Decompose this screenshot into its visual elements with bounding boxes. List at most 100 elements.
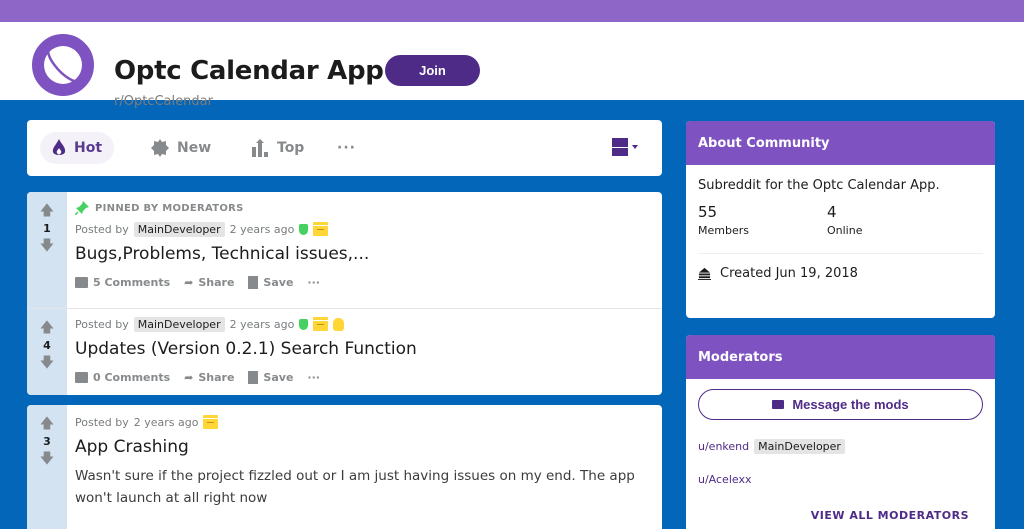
more-options-button[interactable]: ··· bbox=[307, 371, 320, 384]
post[interactable]: 🡅 4 🡇 Posted by MainDeveloper 2 years ag… bbox=[27, 308, 662, 395]
post-time[interactable]: 2 years ago bbox=[230, 223, 295, 236]
sort-new-label: New bbox=[177, 140, 212, 156]
author-flair[interactable]: MainDeveloper bbox=[133, 221, 225, 237]
posted-by-label: Posted by bbox=[75, 222, 129, 236]
posted-by-label: Posted by bbox=[75, 415, 129, 429]
created-date: Created Jun 19, 2018 bbox=[686, 254, 995, 281]
save-icon bbox=[248, 370, 259, 384]
moderator-flair: MainDeveloper bbox=[754, 438, 845, 454]
post[interactable]: 🡅 3 🡇 Posted by 2 years ago App Crashing… bbox=[27, 405, 662, 529]
post-meta: Posted by MainDeveloper 2 years ago bbox=[75, 218, 654, 240]
mod-shield-icon bbox=[299, 223, 309, 235]
post-title[interactable]: Bugs,Problems, Technical issues,... bbox=[75, 240, 654, 268]
message-mods-button[interactable]: Message the mods bbox=[698, 389, 983, 420]
card-view-icon bbox=[612, 138, 628, 156]
save-button[interactable]: Save bbox=[248, 275, 294, 289]
post-time[interactable]: 2 years ago bbox=[134, 416, 199, 429]
archive-icon bbox=[313, 222, 329, 236]
share-label: Share bbox=[198, 370, 235, 384]
sort-top-tab[interactable]: Top bbox=[239, 132, 316, 164]
created-text: Created Jun 19, 2018 bbox=[720, 266, 858, 281]
vote-column: 🡅 3 🡇 bbox=[27, 405, 67, 529]
sort-hot-label: Hot bbox=[74, 140, 103, 156]
mod-shield-icon bbox=[299, 318, 309, 330]
post-meta: Posted by MainDeveloper 2 years ago bbox=[75, 313, 654, 335]
comments-label: 5 Comments bbox=[93, 275, 171, 289]
moderator-username[interactable]: u/enkend bbox=[698, 440, 749, 453]
author-flair[interactable]: MainDeveloper bbox=[133, 316, 225, 332]
archive-icon bbox=[313, 317, 329, 331]
community-description: Subreddit for the Optc Calendar App. bbox=[698, 178, 940, 193]
chevron-down-icon bbox=[632, 145, 638, 149]
share-button[interactable]: ➦ Share bbox=[184, 371, 234, 384]
view-all-moderators-link[interactable]: VIEW ALL MODERATORS bbox=[811, 509, 969, 522]
community-title: Optc Calendar App bbox=[114, 56, 384, 86]
upvote-icon[interactable]: 🡅 bbox=[40, 417, 54, 431]
post-title[interactable]: Updates (Version 0.2.1) Search Function bbox=[75, 335, 654, 363]
post-time[interactable]: 2 years ago bbox=[230, 318, 295, 331]
pinned-text: PINNED BY MODERATORS bbox=[95, 202, 244, 214]
vote-count: 3 bbox=[43, 435, 51, 448]
comments-label: 0 Comments bbox=[93, 370, 171, 384]
comment-icon bbox=[75, 371, 88, 383]
vote-count: 4 bbox=[43, 339, 51, 352]
cake-icon bbox=[698, 267, 711, 280]
archive-icon bbox=[203, 415, 219, 429]
online-stat: 4 Online bbox=[827, 203, 956, 237]
planet-icon bbox=[44, 46, 82, 84]
bar-chart-icon bbox=[252, 139, 268, 157]
comments-button[interactable]: 0 Comments bbox=[75, 371, 170, 384]
downvote-icon[interactable]: 🡇 bbox=[40, 239, 54, 253]
lock-icon bbox=[333, 317, 345, 331]
moderators-heading: Moderators bbox=[686, 335, 995, 379]
members-stat: 55 Members bbox=[698, 203, 827, 237]
vote-column: 🡅 4 🡇 bbox=[27, 309, 67, 395]
posted-by-label: Posted by bbox=[75, 317, 129, 331]
moderator-item: u/enkend MainDeveloper bbox=[686, 437, 995, 455]
upvote-icon[interactable]: 🡅 bbox=[40, 204, 54, 218]
sort-more-button[interactable]: ··· bbox=[325, 132, 368, 164]
community-header: Optc Calendar App r/OptcCalendar Join bbox=[0, 22, 1024, 109]
post-list: 🡅 3 🡇 Posted by 2 years ago App Crashing… bbox=[27, 405, 662, 529]
upvote-icon[interactable]: 🡅 bbox=[40, 321, 54, 335]
save-button[interactable]: Save bbox=[248, 370, 293, 384]
moderators-card: Moderators Message the mods u/enkend Mai… bbox=[686, 335, 995, 529]
envelope-icon bbox=[772, 400, 785, 409]
sort-hot-tab[interactable]: Hot bbox=[40, 132, 115, 164]
message-mods-label: Message the mods bbox=[792, 397, 909, 412]
comment-icon bbox=[75, 276, 88, 288]
community-logo bbox=[28, 30, 98, 100]
members-count: 55 bbox=[698, 203, 718, 221]
members-label: Members bbox=[698, 224, 749, 237]
vote-count: 1 bbox=[43, 222, 51, 235]
post[interactable]: 🡅 1 🡇 PINNED BY MODERATORS Posted by Mai… bbox=[27, 192, 662, 308]
sort-bar: Hot New Top ··· bbox=[27, 120, 662, 176]
moderator-item: u/Acelexx bbox=[686, 470, 995, 488]
post-actions: 0 Comments ➦ Share Save ··· bbox=[75, 363, 654, 391]
more-options-button[interactable]: ··· bbox=[307, 276, 320, 289]
sort-new-tab[interactable]: New bbox=[139, 132, 223, 164]
online-label: Online bbox=[827, 224, 863, 237]
share-button[interactable]: ➦ Share bbox=[184, 276, 234, 289]
subreddit-name: r/OptcCalendar bbox=[114, 94, 213, 109]
sort-top-label: Top bbox=[277, 140, 305, 156]
downvote-icon[interactable]: 🡇 bbox=[40, 356, 54, 370]
post-meta: Posted by 2 years ago bbox=[75, 411, 654, 433]
online-count: 4 bbox=[827, 203, 837, 221]
community-stats: 55 Members 4 Online bbox=[686, 193, 995, 237]
post-title[interactable]: App Crashing bbox=[75, 433, 654, 461]
join-button[interactable]: Join bbox=[385, 55, 480, 86]
share-label: Share bbox=[198, 275, 235, 289]
about-heading: About Community bbox=[686, 121, 995, 165]
downvote-icon[interactable]: 🡇 bbox=[40, 452, 54, 466]
comments-button[interactable]: 5 Comments bbox=[75, 276, 170, 289]
save-label: Save bbox=[263, 275, 294, 289]
view-toggle-button[interactable] bbox=[612, 138, 638, 156]
pinned-label: PINNED BY MODERATORS bbox=[75, 198, 654, 218]
burst-icon bbox=[151, 139, 169, 157]
save-icon bbox=[248, 275, 259, 289]
post-text: Wasn't sure if the project fizzled out o… bbox=[75, 468, 635, 506]
share-icon: ➦ bbox=[184, 275, 194, 289]
moderator-username[interactable]: u/Acelexx bbox=[698, 473, 751, 486]
post-actions: 5 Comments ➦ Share Save ··· bbox=[75, 268, 654, 296]
